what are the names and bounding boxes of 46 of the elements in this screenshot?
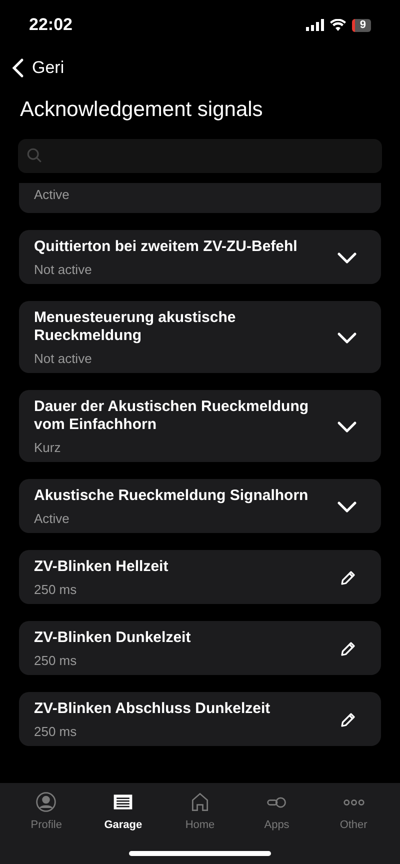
setting-title: Menuesteuerung akustische Rueckmeldung: [34, 308, 237, 344]
setting-card[interactable]: ZV-Blinken Dunkelzeit 250 ms: [19, 620, 381, 674]
setting-card[interactable]: Menuesteuerung akustische Rueckmeldung Not active: [19, 300, 381, 372]
chevron-down-icon[interactable]: [337, 252, 357, 264]
page-title: Acknowledgement signals: [20, 96, 264, 122]
pencil-icon[interactable]: [339, 710, 357, 728]
chevron-down-icon[interactable]: [337, 332, 357, 344]
chevron-down-icon[interactable]: [337, 420, 357, 432]
person-icon: [35, 791, 58, 813]
setting-value: Active: [34, 186, 70, 202]
setting-value: Not active: [34, 262, 93, 278]
setting-value: Kurz: [34, 440, 62, 456]
pencil-icon[interactable]: [339, 568, 357, 586]
pencil-icon[interactable]: [339, 640, 357, 658]
setting-value: Not active: [34, 350, 93, 366]
setting-value: 250 ms: [34, 652, 78, 668]
setting-card[interactable]: Quittierton bei zweitem ZV-ZU-Befehl Not active: [19, 230, 381, 284]
setting-card[interactable]: Active: [19, 182, 381, 212]
setting-value: 250 ms: [34, 582, 78, 598]
search-field[interactable]: [18, 138, 382, 172]
more-icon: [342, 798, 365, 806]
setting-card[interactable]: Dauer der Akustischen Rueckmeldung vom Einfachhorn Kurz: [19, 390, 381, 462]
tab-item[interactable]: Other: [324, 791, 384, 834]
tab-item[interactable]: Profile: [16, 791, 76, 834]
chevron-down-icon[interactable]: [337, 500, 357, 512]
back-button[interactable]: Geri: [12, 55, 64, 80]
setting-title: ZV-Blinken Abschluss Dunkelzeit: [34, 700, 272, 718]
setting-value: Active: [34, 510, 70, 526]
signal-icon: [306, 19, 324, 31]
battery-indicator: 9: [352, 18, 371, 32]
setting-card[interactable]: ZV-Blinken Abschluss Dunkelzeit 250 ms: [19, 692, 381, 746]
setting-card[interactable]: ZV-Blinken Hellzeit 250 ms: [19, 550, 381, 604]
setting-title: ZV-Blinken Dunkelzeit: [34, 628, 192, 646]
setting-card[interactable]: Akustische Rueckmeldung Signalhorn Active: [19, 478, 381, 532]
tab-item[interactable]: Apps: [246, 791, 307, 834]
tab-item[interactable]: Home: [170, 791, 230, 834]
chevron-left-icon: [12, 58, 24, 78]
status-time: 22:02: [29, 14, 72, 36]
tab-item[interactable]: Garage: [93, 791, 154, 834]
setting-title: Dauer der Akustischen Rueckmeldung vom Einfachhorn: [34, 398, 310, 434]
wifi-icon: [330, 19, 346, 31]
setting-value: 250 ms: [34, 724, 78, 740]
setting-title: Akustische Rueckmeldung Signalhorn: [34, 486, 310, 504]
search-icon: [26, 147, 43, 164]
setting-title: ZV-Blinken Hellzeit: [34, 558, 170, 576]
setting-title: Quittierton bei zweitem ZV-ZU-Befehl: [34, 238, 298, 256]
